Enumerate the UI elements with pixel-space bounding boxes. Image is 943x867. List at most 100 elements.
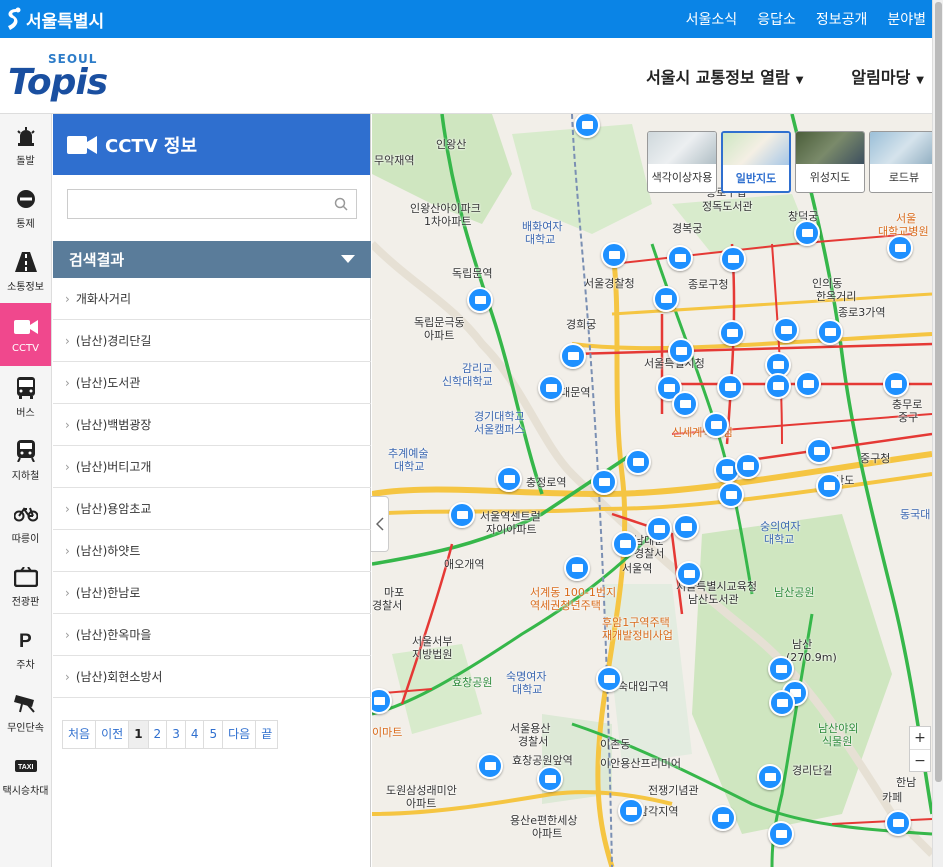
results-header[interactable]: 검색결과 [53, 241, 371, 278]
page-scrollbar[interactable] [932, 0, 943, 867]
list-item[interactable]: (남산)한옥마을 [53, 614, 371, 656]
map-type-roadview[interactable]: 로드뷰 [869, 131, 932, 193]
zoom-in-button[interactable]: + [910, 727, 930, 749]
map-label: 대학교 [512, 683, 543, 696]
page-last[interactable]: 끝 [256, 721, 278, 748]
cctv-marker[interactable] [883, 371, 909, 397]
cctv-marker[interactable] [667, 245, 693, 271]
cctv-marker[interactable] [625, 449, 651, 475]
cctv-marker[interactable] [710, 805, 736, 831]
cctv-marker[interactable] [769, 690, 795, 716]
nav-traffic-info[interactable]: 서울시 교통정보 열람 ▼ [646, 64, 803, 88]
map-label: 서울캠퍼스 [474, 423, 525, 436]
cctv-marker[interactable] [596, 666, 622, 692]
cctv-marker[interactable] [618, 798, 644, 824]
list-item[interactable]: (남산)한남로 [53, 572, 371, 614]
cctv-marker[interactable] [795, 371, 821, 397]
page-3[interactable]: 3 [167, 721, 186, 748]
list-item[interactable]: (남산)버티고개 [53, 446, 371, 488]
cctv-marker[interactable] [757, 764, 783, 790]
list-item[interactable]: (남산)백범광장 [53, 404, 371, 446]
map-type-colorblind[interactable]: 색각이상자용 [647, 131, 717, 193]
map-view[interactable]: 인왕산 무악재역 인왕산아이파크 1차아파트 배화여자 대학교 경복궁 종로구립… [372, 114, 932, 867]
sidebar-item-bus[interactable]: 버스 [0, 366, 51, 429]
cctv-marker[interactable] [676, 561, 702, 587]
search-input[interactable] [68, 190, 356, 218]
chevron-left-icon [375, 517, 384, 531]
sidebar-item-bike[interactable]: 따릉이 [0, 492, 51, 555]
page-2[interactable]: 2 [148, 721, 168, 748]
map-type-standard[interactable]: 일반지도 [721, 131, 791, 193]
cctv-marker[interactable] [717, 374, 743, 400]
top-link-news[interactable]: 서울소식 [686, 9, 738, 29]
cctv-marker[interactable] [612, 531, 638, 557]
sidebar-item-traffic[interactable]: 소통정보 [0, 240, 51, 303]
cctv-marker[interactable] [560, 343, 586, 369]
cctv-marker[interactable] [806, 438, 832, 464]
cctv-marker[interactable] [765, 373, 791, 399]
page-4[interactable]: 4 [185, 721, 205, 748]
cctv-marker[interactable] [564, 555, 590, 581]
seoul-city-logo[interactable]: 서울특별시 [2, 6, 104, 32]
cctv-marker[interactable] [538, 375, 564, 401]
cctv-marker[interactable] [496, 466, 522, 492]
cctv-marker[interactable] [653, 286, 679, 312]
page-first[interactable]: 처음 [63, 721, 97, 748]
cctv-marker[interactable] [794, 220, 820, 246]
cctv-marker[interactable] [591, 469, 617, 495]
page-next[interactable]: 다음 [223, 721, 257, 748]
list-item[interactable]: (남산)도서관 [53, 362, 371, 404]
cctv-marker[interactable] [719, 320, 745, 346]
cctv-marker[interactable] [537, 766, 563, 792]
cctv-marker[interactable] [735, 453, 761, 479]
cctv-marker[interactable] [773, 317, 799, 343]
list-item[interactable]: (남산)하얏트 [53, 530, 371, 572]
sidebar-item-control[interactable]: 통제 [0, 177, 51, 240]
cctv-marker[interactable] [477, 753, 503, 779]
bus-icon [14, 376, 38, 400]
cctv-marker[interactable] [672, 391, 698, 417]
cctv-marker[interactable] [816, 473, 842, 499]
cctv-marker[interactable] [885, 810, 911, 836]
page-prev[interactable]: 이전 [96, 721, 130, 748]
zoom-out-button[interactable]: − [910, 749, 930, 771]
sidebar-item-taxi[interactable]: TAXI 택시승차대 [0, 744, 51, 807]
nav-notice[interactable]: 알림마당 ▼ [851, 64, 924, 88]
cctv-marker[interactable] [768, 656, 794, 682]
top-link-category[interactable]: 분야별 [887, 9, 926, 29]
topis-logo[interactable]: SEOUL Topis [8, 48, 133, 104]
cctv-marker[interactable] [449, 502, 475, 528]
list-item[interactable]: 개화사거리 [53, 278, 371, 320]
list-item[interactable]: (남산)회현소방서 [53, 656, 371, 698]
cctv-marker[interactable] [768, 821, 794, 847]
cctv-marker[interactable] [668, 338, 694, 364]
cctv-marker[interactable] [887, 235, 913, 261]
cctv-marker[interactable] [718, 482, 744, 508]
sidebar-item-cctv[interactable]: CCTV [0, 303, 51, 366]
scrollbar-thumb[interactable] [935, 2, 942, 782]
sidebar-item-subway[interactable]: 지하철 [0, 429, 51, 492]
top-link-info[interactable]: 정보공개 [816, 9, 868, 29]
sidebar-item-billboard[interactable]: 전광판 [0, 555, 51, 618]
top-link-response[interactable]: 응답소 [757, 9, 796, 29]
sidebar-item-label: 버스 [16, 408, 35, 419]
cctv-marker[interactable] [703, 412, 729, 438]
list-item[interactable]: (남산)경리단길 [53, 320, 371, 362]
search-icon[interactable] [334, 197, 348, 211]
cctv-marker[interactable] [673, 514, 699, 540]
sidebar-item-enforcement[interactable]: 무인단속 [0, 681, 51, 744]
list-item[interactable]: (남산)용암초교 [53, 488, 371, 530]
collapse-panel-button[interactable] [371, 496, 389, 552]
sidebar-item-incident[interactable]: 돌발 [0, 114, 51, 177]
cctv-marker[interactable] [646, 516, 672, 542]
sidebar-item-parking[interactable]: P 주차 [0, 618, 51, 681]
page-1[interactable]: 1 [129, 721, 149, 748]
map-type-satellite[interactable]: 위성지도 [795, 131, 865, 193]
map-label: 경찰서 [372, 599, 403, 612]
page-5[interactable]: 5 [204, 721, 224, 748]
cctv-marker[interactable] [467, 287, 493, 313]
cctv-marker[interactable] [817, 319, 843, 345]
cctv-marker[interactable] [720, 246, 746, 272]
cctv-marker[interactable] [601, 242, 627, 268]
map-label: 아파트 [532, 827, 563, 840]
